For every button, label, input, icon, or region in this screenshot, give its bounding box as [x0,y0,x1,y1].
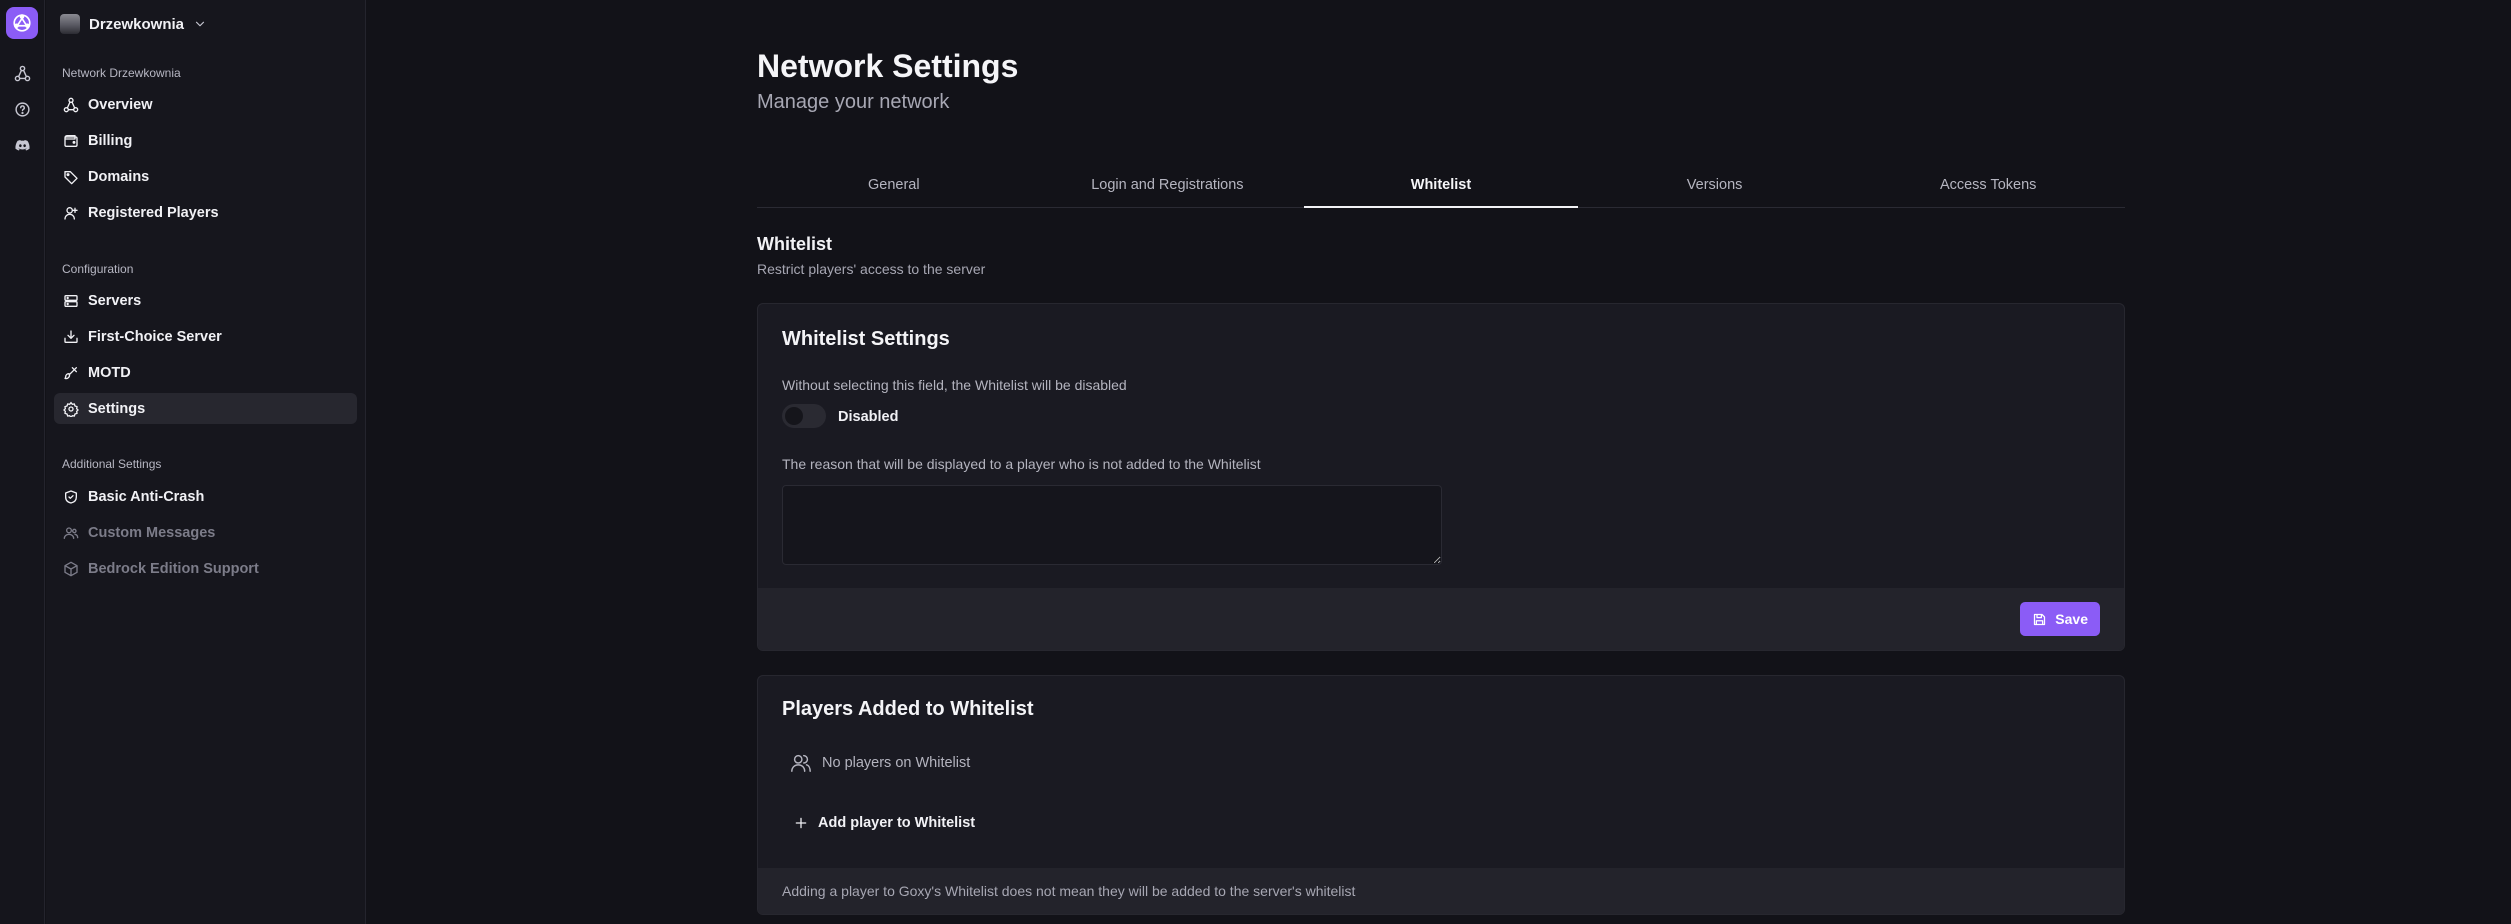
reason-label: The reason that will be displayed to a p… [782,456,1261,472]
org-name: Drzewkownia [89,15,185,33]
sidebar-item-label: Bedrock Edition Support [88,560,259,577]
org-avatar [60,14,80,34]
whitelist-note: Adding a player to Goxy's Whitelist does… [758,868,2124,914]
sidebar-item-label: Registered Players [88,204,219,221]
sidebar-item-label: Domains [88,168,150,185]
tab-whitelist[interactable]: Whitelist [1304,170,1578,208]
sidebar-item-label: First-Choice Server [88,328,222,345]
section-title-network: Network Drzewkownia [62,66,181,80]
sidebar-item-label: Servers [88,292,142,309]
sidebar-item-overview[interactable]: Overview [54,89,357,120]
shield-icon [65,489,77,504]
page-title: Network Settings [757,48,1019,84]
sidebar-item-registered-players[interactable]: Registered Players [54,197,357,228]
save-button[interactable]: Save [2020,602,2100,636]
whitelist-settings-card: Whitelist Settings Without selecting thi… [757,303,2125,651]
sidebar-item-bedrock-edition-support[interactable]: Bedrock Edition Support [54,553,357,584]
users-icon [791,754,811,772]
toggle-label: Without selecting this field, the Whitel… [782,377,1127,393]
save-label: Save [2055,611,2088,627]
gear-icon [63,401,79,417]
sidebar-item-label: Basic Anti-Crash [88,488,205,505]
sidebar-item-servers[interactable]: Servers [54,285,357,316]
toggle-state-text: Disabled [838,409,899,425]
page-subtitle: Manage your network [757,91,950,113]
tab-access-tokens[interactable]: Access Tokens [1851,170,2125,207]
whitelist-toggle[interactable] [782,404,826,428]
sidebar-item-domains[interactable]: Domains [54,161,357,192]
section-title-configuration: Configuration [62,262,134,276]
tag-icon [64,170,78,184]
wallet-icon [64,134,78,147]
cube-icon [64,561,78,576]
toggle-knob [785,407,803,425]
card-title: Whitelist Settings [782,328,950,350]
sidebar-item-label: MOTD [88,364,131,381]
whitelist-players-card: Players Added to Whitelist No players on… [757,675,2125,915]
tab-versions[interactable]: Versions [1578,170,1852,207]
reason-textarea[interactable] [782,485,1442,565]
sidebar-item-label: Settings [88,400,146,417]
sidebar-item-custom-messages[interactable]: Custom Messages [54,517,357,548]
sidebar-item-motd[interactable]: MOTD [54,357,357,388]
icon-rail [0,0,45,924]
network-icon [63,97,79,112]
sidebar: Drzewkownia Network Drzewkownia Overview… [46,0,366,924]
add-player-button[interactable]: Add player to Whitelist [794,815,975,831]
discord-icon[interactable] [13,136,31,154]
chevron-down-icon [195,21,205,27]
sidebar-item-first-choice-server[interactable]: First-Choice Server [54,321,357,352]
user-icon [64,206,78,220]
empty-state: No players on Whitelist [790,752,970,774]
sidebar-item-label: Custom Messages [88,524,216,541]
sidebar-item-basic-anti-crash[interactable]: Basic Anti-Crash [54,481,357,512]
brush-icon [64,366,77,379]
section-heading: Whitelist [757,234,832,254]
sidebar-item-label: Billing [88,132,133,149]
tab-login-and-registrations[interactable]: Login and Registrations [1031,170,1305,207]
settings-tabs: General Login and Registrations Whitelis… [757,170,2125,208]
empty-state-text: No players on Whitelist [822,755,971,771]
users-icon [63,526,79,539]
org-switcher[interactable]: Drzewkownia [60,12,207,36]
network-icon[interactable] [13,64,31,82]
download-icon [64,329,78,343]
section-description: Restrict players' access to the server [757,261,986,277]
add-player-label: Add player to Whitelist [818,815,976,831]
plus-icon [795,817,807,829]
card-footer: Save [758,588,2124,650]
app-logo-icon[interactable] [6,7,38,39]
server-icon [64,294,78,307]
card-title: Players Added to Whitelist [782,698,1034,720]
sidebar-item-billing[interactable]: Billing [54,125,357,156]
sidebar-item-settings[interactable]: Settings [54,393,357,424]
help-icon[interactable] [13,100,31,118]
sidebar-item-label: Overview [88,96,153,113]
tab-general[interactable]: General [757,170,1031,207]
section-title-additional: Additional Settings [62,457,162,471]
save-icon [2034,613,2046,625]
